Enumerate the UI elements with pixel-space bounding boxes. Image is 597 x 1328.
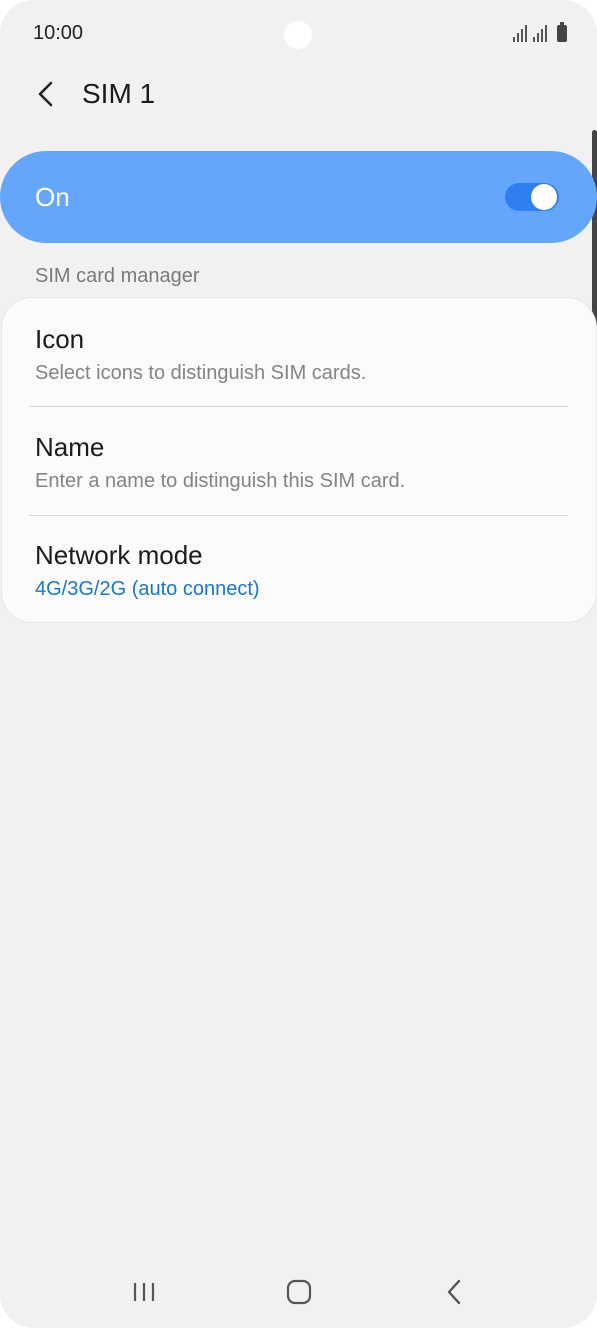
signal-icon — [533, 24, 547, 42]
setting-subtitle-value: 4G/3G/2G (auto connect) — [35, 578, 260, 600]
setting-row-name[interactable]: Name Enter a name to distinguish this SI… — [2, 407, 596, 515]
setting-row-network-mode[interactable]: Network mode 4G/3G/2G (auto connect) — [2, 516, 596, 624]
back-button[interactable] — [30, 78, 62, 110]
sim-toggle[interactable] — [505, 183, 559, 211]
recents-icon — [133, 1283, 155, 1301]
setting-subtitle: Enter a name to distinguish this SIM car… — [35, 470, 406, 492]
home-icon — [286, 1279, 312, 1305]
status-bar: 10:00 — [0, 0, 597, 70]
chevron-left-icon — [38, 81, 53, 107]
status-time: 10:00 — [33, 22, 84, 44]
battery-icon — [557, 22, 567, 42]
setting-row-icon[interactable]: Icon Select icons to distinguish SIM car… — [2, 298, 596, 406]
page-title: SIM 1 — [82, 78, 156, 109]
master-switch-bar[interactable]: On — [0, 151, 597, 243]
signal-icon — [513, 24, 527, 42]
home-button[interactable] — [275, 1268, 323, 1316]
settings-card: Icon Select icons to distinguish SIM car… — [2, 298, 596, 622]
toggle-thumb — [531, 184, 557, 210]
setting-title: Icon — [35, 324, 85, 354]
back-nav-button[interactable] — [430, 1268, 478, 1316]
phone-screen: 10:00 SIM 1 On SIM card manager Icon Sel… — [0, 0, 597, 1328]
status-icons — [513, 22, 567, 42]
setting-subtitle: Select icons to distinguish SIM cards. — [35, 362, 367, 384]
back-icon — [447, 1279, 461, 1305]
recents-button[interactable] — [120, 1268, 168, 1316]
section-header: SIM card manager — [35, 265, 200, 287]
master-switch-label: On — [35, 182, 70, 212]
navigation-bar — [0, 1258, 597, 1328]
setting-title: Name — [35, 432, 105, 462]
camera-cutout — [284, 21, 312, 49]
setting-title: Network mode — [35, 540, 203, 570]
app-header: SIM 1 — [0, 70, 597, 120]
